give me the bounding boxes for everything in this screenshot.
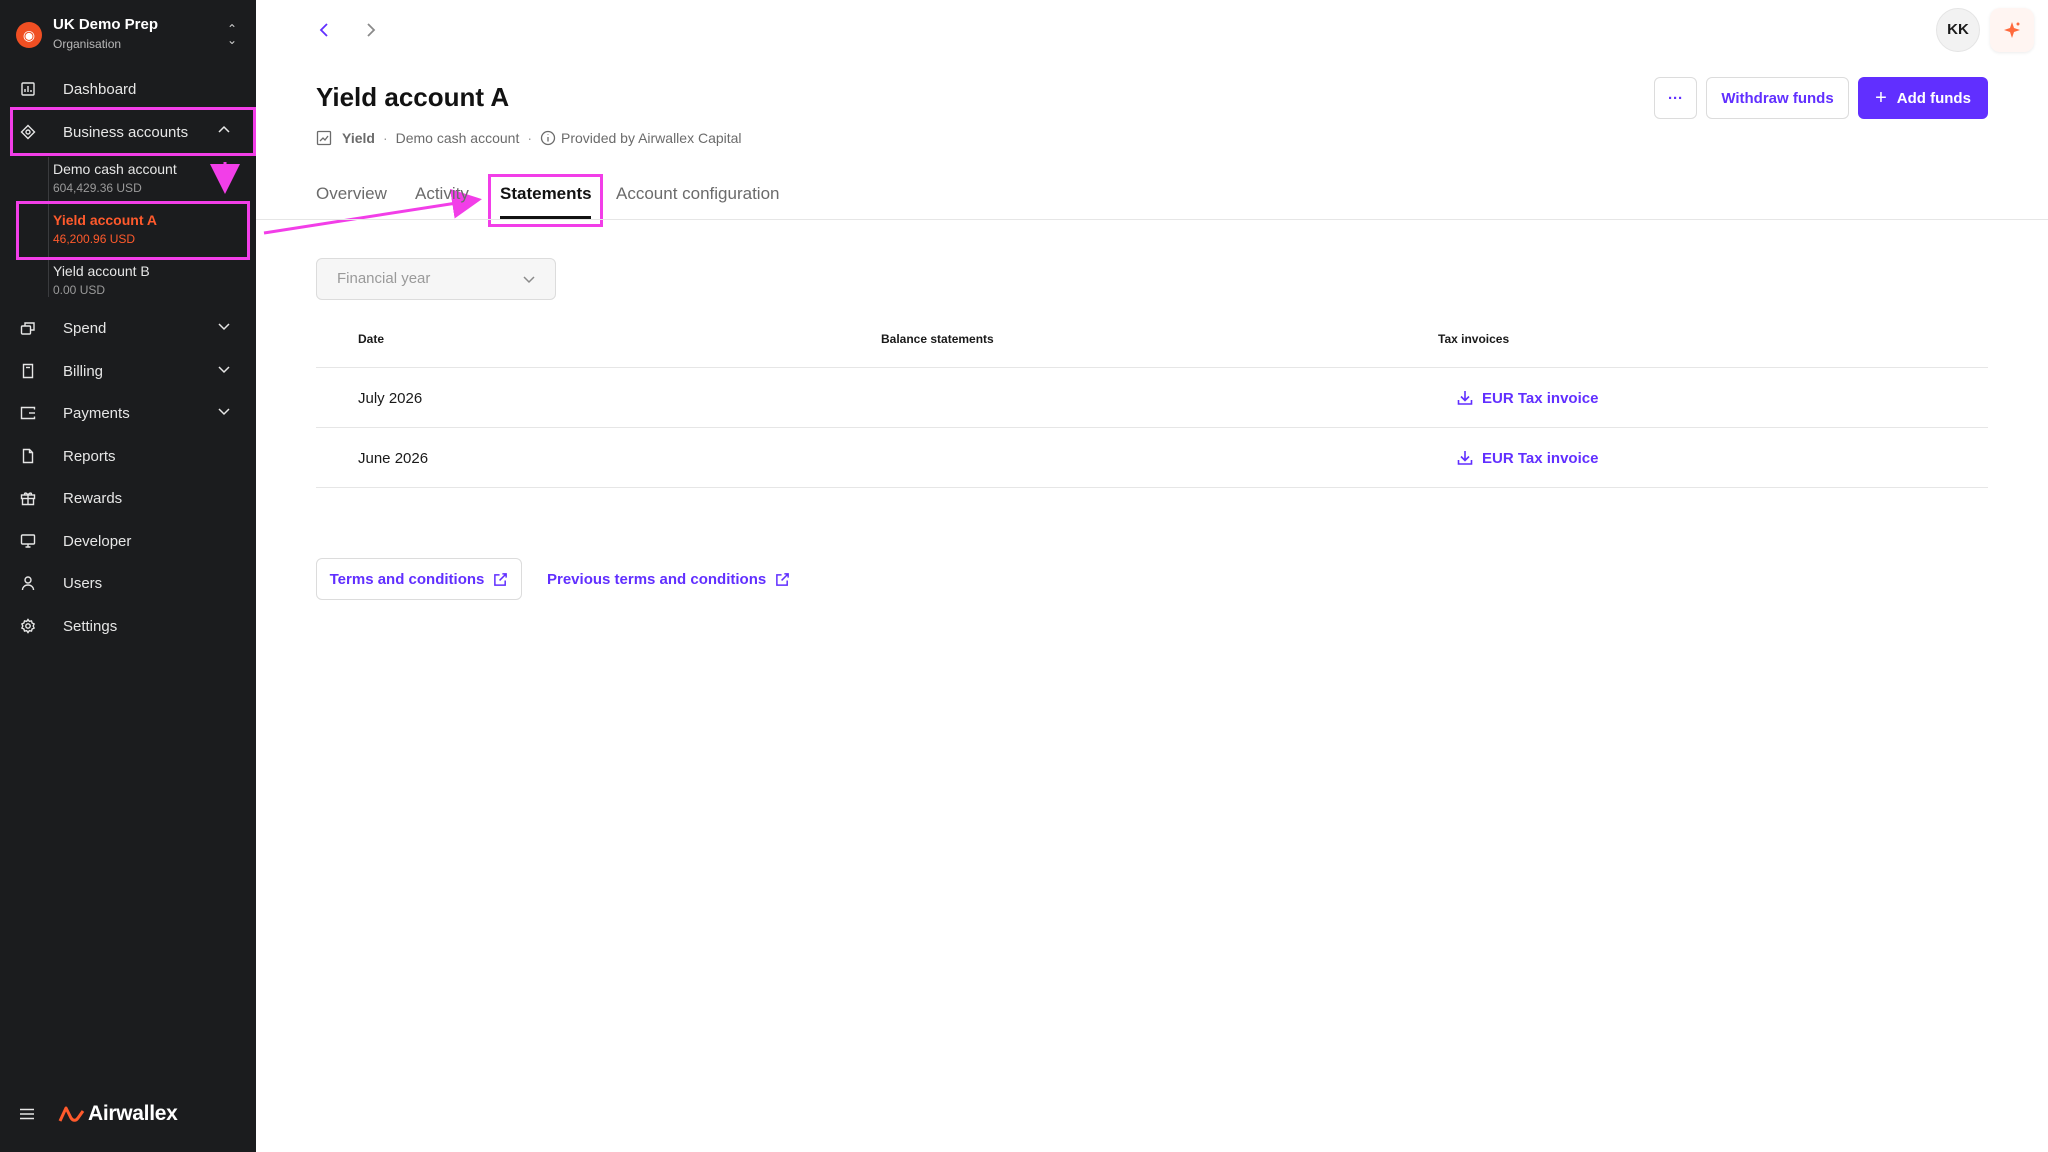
menu-icon[interactable] [20,1108,34,1120]
tab-account-configuration[interactable]: Account configuration [616,184,780,204]
sidebar: ◉ UK Demo Prep Organisation ⌃ ⌄ Dashboard… [0,0,256,1152]
row-date: July 2026 [358,390,423,407]
separator-dot: · [527,130,533,146]
download-icon [1457,391,1473,405]
column-header-date: Date [358,332,385,346]
reports-icon [18,446,38,466]
sidebar-item-reports[interactable]: Reports [10,438,246,474]
yield-chart-icon [316,130,332,146]
airwallex-logo-icon [58,1106,85,1122]
sidebar-item-developer[interactable]: Developer [10,523,246,559]
annotation-highlight-business-accounts [10,107,256,156]
chevron-down-icon [218,408,230,416]
tabs-divider [256,219,2048,220]
sidebar-item-rewards[interactable]: Rewards [10,480,246,516]
tab-overview[interactable]: Overview [316,184,387,204]
row-divider [316,427,1988,428]
gear-icon [18,616,38,636]
linked-account: Demo cash account [395,130,520,146]
sidebar-item-label: Settings [63,617,118,635]
sidebar-item-label: Reports [63,447,116,465]
sidebar-subitem-yield-account-b[interactable]: Yield account B 0.00 USD [53,263,243,305]
plus-icon: + [1875,86,1887,109]
financial-year-placeholder: Financial year [337,270,431,287]
tax-invoice-label: EUR Tax invoice [1482,389,1599,407]
sidebar-item-label: Developer [63,532,132,550]
page-title: Yield account A [316,82,510,112]
add-funds-label: Add funds [1896,89,1971,107]
account-meta: Yield · Demo cash account · Provided by … [316,130,742,146]
spend-icon [18,318,38,338]
sidebar-item-label: Spend [63,319,107,337]
tab-statements[interactable]: Statements [500,184,592,204]
tax-invoice-link[interactable]: EUR Tax invoice [1456,449,1598,467]
annotation-highlight-yield-account-a [16,201,250,260]
sidebar-item-spend[interactable]: Spend [10,310,246,346]
sidebar-item-label: Dashboard [63,80,137,98]
withdraw-funds-button[interactable]: Withdraw funds [1706,77,1849,119]
account-type: Yield [342,130,375,146]
back-arrow-icon[interactable] [312,18,336,42]
sidebar-item-users[interactable]: Users [10,565,246,601]
monitor-icon [18,531,38,551]
brand-logo: Airwallex [58,1102,178,1126]
row-date: June 2026 [358,450,429,467]
billing-icon [18,361,38,381]
external-link-icon [776,572,790,586]
row-divider [316,487,1988,488]
sidebar-subitem-demo-cash-account[interactable]: Demo cash account 604,429.36 USD [53,161,243,203]
add-funds-button[interactable]: + Add funds [1858,77,1988,119]
separator-dot: · [382,130,388,146]
info-icon [540,130,556,146]
annotation-arrows [210,162,482,235]
avatar[interactable]: KK [1936,8,1980,52]
chevron-down-icon [218,366,230,374]
sidebar-item-label: Payments [63,404,130,422]
sidebar-item-payments[interactable]: Payments [10,395,246,431]
sparkle-icon [2004,22,2020,38]
sidebar-item-label: Billing [63,362,104,380]
sidebar-item-settings[interactable]: Settings [10,608,246,644]
ai-assistant-button[interactable] [1990,8,2034,52]
org-subtitle: Organisation [53,37,122,51]
account-balance: 0.00 USD [53,283,106,297]
dashboard-icon [18,79,38,99]
chevron-up-down-icon: ⌃ ⌄ [226,22,238,47]
external-link-icon [494,572,508,586]
column-header-tax-invoices: Tax invoices [1438,332,1510,346]
sidebar-item-label: Users [63,574,103,592]
tax-invoice-label: EUR Tax invoice [1482,449,1599,467]
forward-arrow-icon[interactable] [359,18,383,42]
account-balance: 604,429.36 USD [53,181,142,195]
sidebar-item-billing[interactable]: Billing [10,353,246,389]
brand-name: Airwallex [88,1102,178,1125]
provider-text: Provided by Airwallex Capital [561,130,742,146]
row-divider [316,367,1988,368]
download-icon [1457,451,1473,465]
terms-and-conditions-link[interactable]: Terms and conditions [316,558,522,600]
gift-icon [18,488,38,508]
column-header-balance-statements: Balance statements [881,332,994,346]
chevron-down-icon [218,323,230,331]
account-name: Yield account B [53,263,150,279]
payments-icon [18,403,38,423]
previous-terms-and-conditions-link[interactable]: Previous terms and conditions [547,558,790,600]
terms-label: Terms and conditions [329,570,485,588]
org-globe-icon: ◉ [16,22,42,48]
previous-terms-label: Previous terms and conditions [547,570,767,588]
tab-activity[interactable]: Activity [415,184,469,204]
tax-invoice-link[interactable]: EUR Tax invoice [1456,389,1598,407]
more-actions-button[interactable]: ··· [1654,77,1697,119]
account-name: Demo cash account [53,161,177,177]
org-name: UK Demo Prep [53,16,159,33]
financial-year-select[interactable]: Financial year [316,258,556,300]
user-icon [18,573,38,593]
org-switcher[interactable]: ◉ UK Demo Prep Organisation ⌃ ⌄ [16,16,240,56]
sidebar-item-dashboard[interactable]: Dashboard [10,71,246,107]
sidebar-item-label: Rewards [63,489,123,507]
chevron-down-icon [523,276,535,284]
